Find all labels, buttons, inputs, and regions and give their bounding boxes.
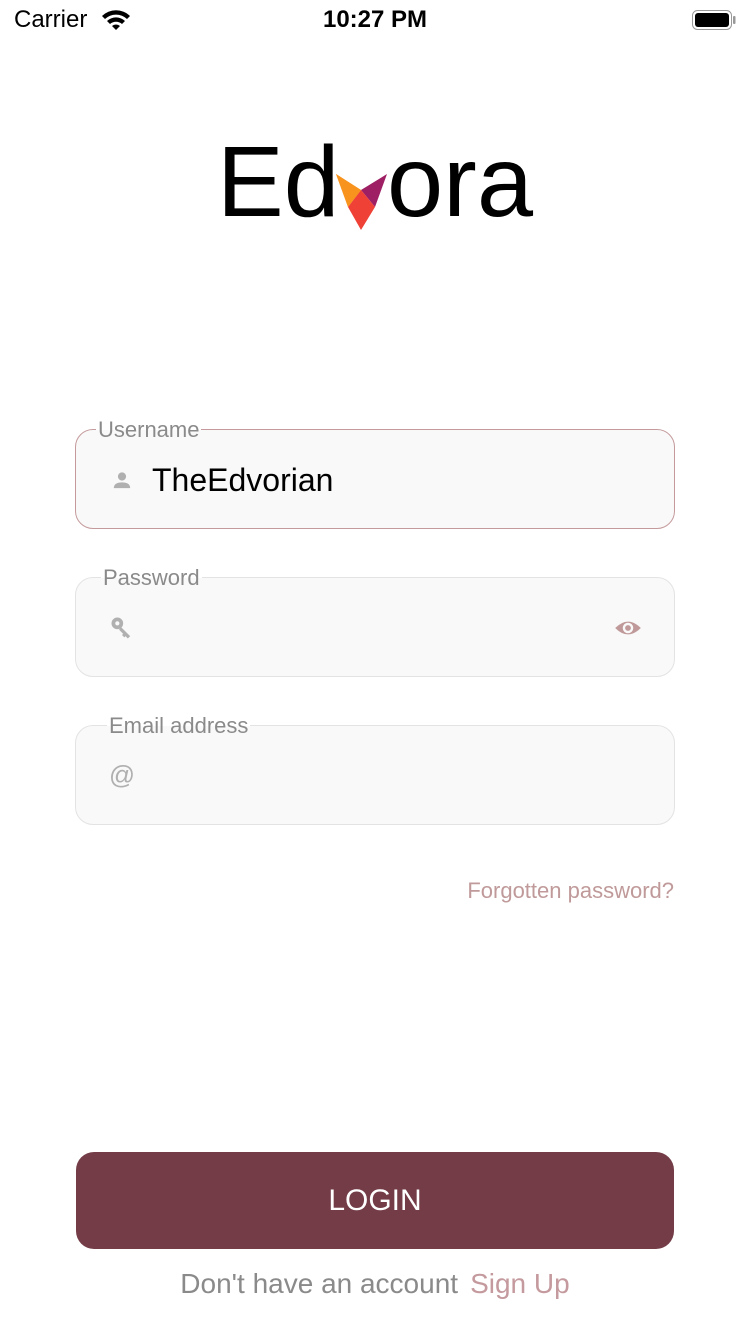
svg-text:ora: ora: [387, 130, 533, 230]
password-field[interactable]: Password: [75, 566, 675, 677]
signup-prompt: Don't have an account: [180, 1268, 459, 1299]
username-field[interactable]: Username TheEdvorian: [75, 418, 675, 529]
signup-row: Don't have an account Sign Up: [0, 1268, 750, 1300]
email-field[interactable]: Email address @: [75, 714, 675, 825]
username-label: Username: [96, 417, 202, 442]
svg-text:@: @: [109, 762, 135, 790]
battery-icon: [692, 10, 736, 30]
edvora-logo: Ed ora: [217, 130, 533, 230]
person-icon: [113, 472, 131, 489]
password-label: Password: [101, 565, 202, 590]
at-icon: @: [109, 762, 135, 790]
signup-link[interactable]: Sign Up: [470, 1268, 570, 1299]
key-icon: [111, 617, 131, 639]
eye-icon[interactable]: [614, 614, 642, 642]
forgot-password-link[interactable]: Forgotten password?: [467, 878, 674, 904]
email-label: Email address: [107, 713, 251, 738]
status-bar: Carrier 10:27 PM: [0, 0, 750, 40]
svg-text:Ed: Ed: [217, 130, 339, 230]
clock: 10:27 PM: [322, 6, 428, 33]
login-button[interactable]: LOGIN: [76, 1152, 674, 1249]
username-input[interactable]: TheEdvorian: [152, 460, 333, 500]
